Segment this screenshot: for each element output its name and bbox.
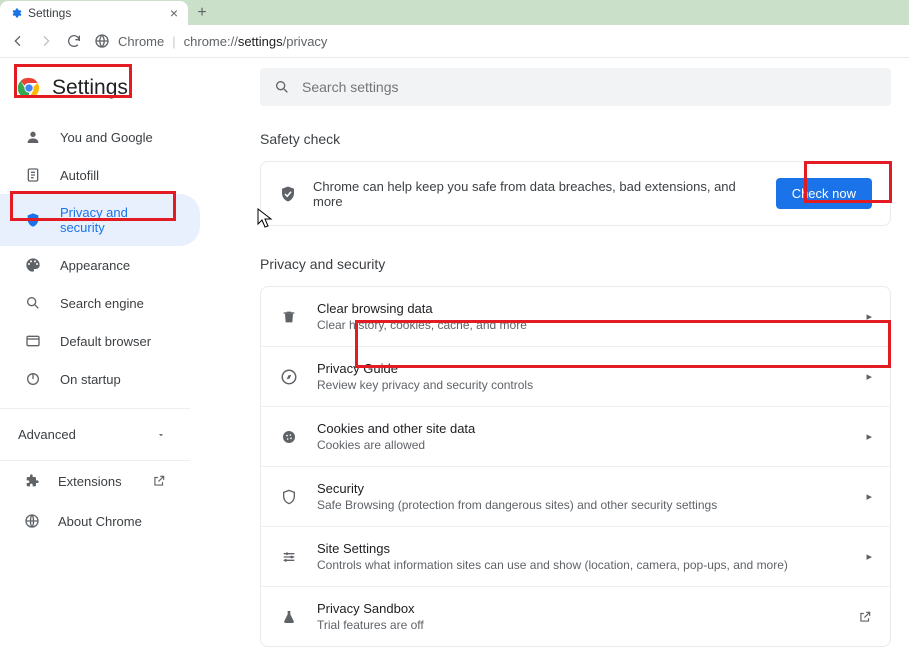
url: chrome://settings/privacy — [184, 34, 328, 49]
search-icon — [274, 79, 290, 95]
row-title: Privacy Sandbox — [317, 601, 840, 616]
row-sub: Review key privacy and security controls — [317, 378, 848, 392]
sidebar: Settings You and Google Autofill Privacy… — [0, 58, 260, 587]
flask-icon — [279, 609, 299, 625]
check-now-button[interactable]: Check now — [776, 178, 872, 209]
row-sub: Controls what information sites can use … — [317, 558, 848, 572]
tab-title: Settings — [28, 6, 71, 20]
row-sub: Clear history, cookies, cache, and more — [317, 318, 848, 332]
sidebar-item-privacy[interactable]: Privacy and security — [0, 194, 200, 246]
row-title: Privacy Guide — [317, 361, 848, 376]
row-title: Security — [317, 481, 848, 496]
search-input[interactable] — [302, 79, 877, 95]
section-title-safety: Safety check — [260, 131, 891, 147]
cookie-icon — [279, 429, 299, 445]
palette-icon — [24, 257, 42, 273]
chevron-down-icon — [156, 430, 166, 440]
address-bar[interactable]: Chrome | chrome://settings/privacy — [94, 33, 327, 49]
sidebar-item-label: You and Google — [60, 130, 153, 145]
privacy-card: Clear browsing data Clear history, cookie… — [260, 286, 891, 647]
row-title: Cookies and other site data — [317, 421, 848, 436]
row-title: Clear browsing data — [317, 301, 848, 316]
gear-icon — [10, 7, 22, 19]
sidebar-item-appearance[interactable]: Appearance — [0, 246, 200, 284]
sidebar-item-label: Extensions — [58, 474, 122, 489]
browser-icon — [24, 333, 42, 349]
row-clear-browsing-data[interactable]: Clear browsing data Clear history, cookie… — [261, 287, 890, 347]
forward-button[interactable] — [38, 33, 54, 49]
row-cookies[interactable]: Cookies and other site data Cookies are a… — [261, 407, 890, 467]
back-button[interactable] — [10, 33, 26, 49]
close-icon[interactable]: × — [170, 5, 178, 21]
row-privacy-guide[interactable]: Privacy Guide Review key privacy and secu… — [261, 347, 890, 407]
row-security[interactable]: Security Safe Browsing (protection from d… — [261, 467, 890, 527]
chevron-right-icon: ▸ — [866, 550, 872, 563]
advanced-label: Advanced — [18, 427, 76, 442]
globe-icon — [24, 513, 40, 529]
section-title-privacy: Privacy and security — [260, 256, 891, 272]
extension-icon — [24, 473, 40, 489]
security-icon — [279, 489, 299, 505]
safety-check-card: Chrome can help keep you safe from data … — [260, 161, 891, 226]
trash-icon — [279, 309, 299, 325]
person-icon — [24, 129, 42, 145]
chrome-logo-icon — [18, 77, 40, 99]
open-external-icon — [152, 474, 166, 488]
chevron-right-icon: ▸ — [866, 310, 872, 323]
chevron-right-icon: ▸ — [866, 370, 872, 383]
chevron-right-icon: ▸ — [866, 430, 872, 443]
autofill-icon — [24, 167, 42, 183]
globe-icon — [94, 33, 110, 49]
search-bar[interactable] — [260, 68, 891, 106]
search-icon — [24, 295, 42, 311]
sidebar-item-label: Default browser — [60, 334, 151, 349]
sidebar-item-label: About Chrome — [58, 514, 142, 529]
row-privacy-sandbox[interactable]: Privacy Sandbox Trial features are off — [261, 587, 890, 646]
browser-tab[interactable]: Settings × — [0, 1, 188, 25]
row-sub: Trial features are off — [317, 618, 840, 632]
page-title: Settings — [52, 76, 128, 100]
shield-check-icon — [279, 185, 297, 203]
shield-icon — [24, 212, 42, 228]
row-sub: Safe Browsing (protection from dangerous… — [317, 498, 848, 512]
sidebar-item-default-browser[interactable]: Default browser — [0, 322, 200, 360]
sidebar-item-label: Autofill — [60, 168, 99, 183]
sidebar-item-extensions[interactable]: Extensions — [0, 460, 190, 501]
new-tab-button[interactable]: + — [188, 1, 216, 25]
sidebar-item-label: On startup — [60, 372, 121, 387]
advanced-toggle[interactable]: Advanced — [0, 408, 190, 460]
sidebar-item-label: Appearance — [60, 258, 130, 273]
power-icon — [24, 371, 42, 387]
chevron-right-icon: ▸ — [866, 490, 872, 503]
sidebar-item-on-startup[interactable]: On startup — [0, 360, 200, 398]
row-sub: Cookies are allowed — [317, 438, 848, 452]
sidebar-item-search-engine[interactable]: Search engine — [0, 284, 200, 322]
open-external-icon — [858, 610, 872, 624]
app-header: Settings — [0, 68, 260, 108]
sidebar-item-label: Privacy and security — [60, 205, 176, 235]
row-site-settings[interactable]: Site Settings Controls what information s… — [261, 527, 890, 587]
safety-check-text: Chrome can help keep you safe from data … — [313, 179, 760, 209]
url-scheme: Chrome — [118, 34, 164, 49]
reload-button[interactable] — [66, 33, 82, 49]
compass-icon — [279, 368, 299, 386]
sidebar-item-about[interactable]: About Chrome — [0, 501, 190, 541]
tab-strip: Settings × + — [0, 0, 909, 25]
url-separator: | — [172, 34, 175, 49]
main-content: Safety check Chrome can help keep you sa… — [260, 58, 909, 587]
sidebar-item-you-and-google[interactable]: You and Google — [0, 118, 200, 156]
row-title: Site Settings — [317, 541, 848, 556]
sidebar-item-autofill[interactable]: Autofill — [0, 156, 200, 194]
sliders-icon — [279, 549, 299, 565]
sidebar-item-label: Search engine — [60, 296, 144, 311]
browser-toolbar: Chrome | chrome://settings/privacy — [0, 25, 909, 58]
